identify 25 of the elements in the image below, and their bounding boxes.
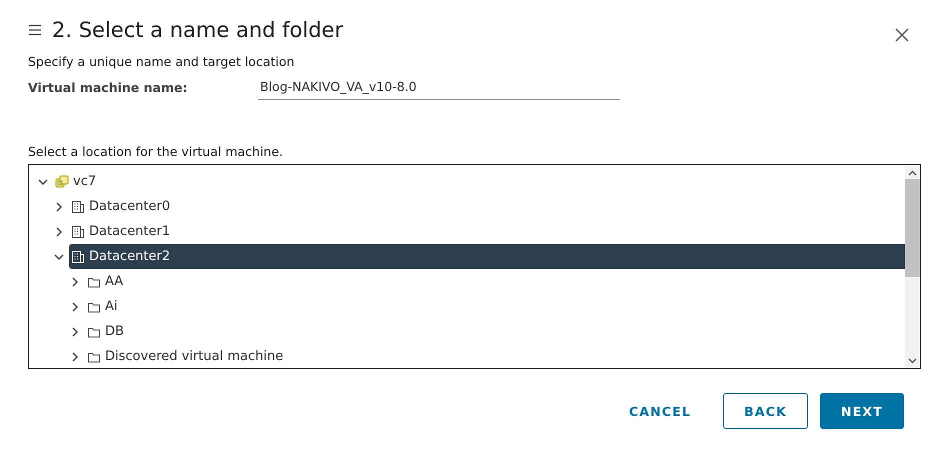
tree-item[interactable]: Datacenter1 [69, 219, 905, 244]
tree-item[interactable]: Datacenter2 [69, 244, 905, 269]
tree-item[interactable]: AA [85, 269, 905, 294]
tree-item[interactable]: Datacenter0 [69, 194, 905, 219]
building-icon [71, 200, 85, 214]
scrollbar[interactable] [905, 165, 920, 368]
tree-item[interactable]: Discovered virtual machine [85, 344, 905, 369]
vcenter-icon [55, 174, 69, 188]
subtitle: Specify a unique name and target location [28, 54, 296, 69]
tree-item[interactable]: vc7 [53, 169, 905, 194]
building-icon [71, 224, 85, 238]
scroll-down-icon[interactable] [908, 356, 917, 365]
menu-icon[interactable] [28, 24, 42, 36]
dialog-title: 2. Select a name and folder [52, 18, 344, 42]
scroll-up-icon[interactable] [908, 169, 917, 178]
location-label: Select a location for the virtual machine. [28, 144, 284, 159]
tree-item[interactable]: DB [85, 319, 905, 344]
dialog-button[interactable]: BACK [723, 393, 808, 429]
dialog-button[interactable]: NEXT [820, 393, 904, 429]
tree-item[interactable]: Ai [85, 294, 905, 319]
close-icon[interactable] [894, 27, 910, 43]
scroll-thumb[interactable] [905, 179, 920, 277]
field-label: Virtual machine name: [28, 80, 188, 95]
text-button[interactable]: CANCEL [608, 393, 712, 429]
building-icon [71, 250, 85, 264]
